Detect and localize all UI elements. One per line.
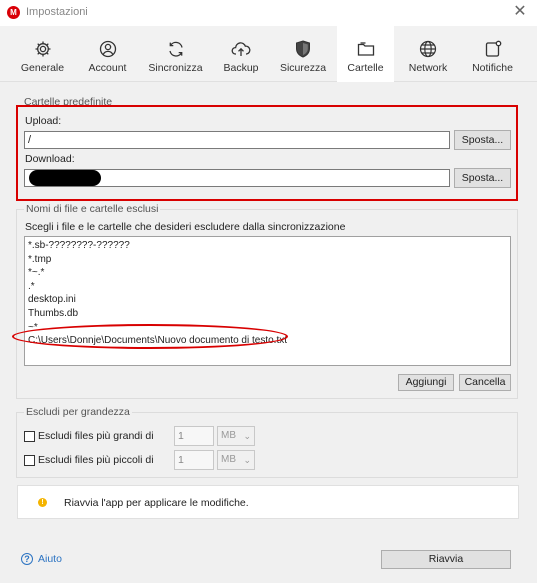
exclusions-title: Nomi di file e cartelle esclusi bbox=[24, 203, 161, 215]
exclude-smaller-checkbox[interactable] bbox=[24, 455, 35, 466]
notice-text: Riavvia l'app per applicare le modifiche… bbox=[64, 497, 249, 509]
smaller-size-input[interactable]: 1 bbox=[174, 450, 214, 470]
tab-sincronizza[interactable]: Sincronizza bbox=[147, 26, 204, 82]
exclusions-description: Scegli i file e le cartelle che desideri… bbox=[25, 221, 346, 233]
cancel-button[interactable]: Cancella bbox=[459, 374, 511, 391]
list-item[interactable]: *~.* bbox=[25, 266, 510, 280]
tab-generale[interactable]: Generale bbox=[15, 26, 70, 82]
app-logo-icon: M bbox=[7, 6, 20, 19]
close-icon[interactable]: ✕ bbox=[511, 3, 529, 21]
help-icon[interactable]: ? bbox=[21, 553, 33, 565]
size-exclusion-title: Escludi per grandezza bbox=[24, 406, 132, 418]
exclude-smaller-label: Escludi files più piccoli di bbox=[38, 454, 154, 466]
unit-value: MB bbox=[221, 430, 236, 441]
shield-icon bbox=[296, 40, 310, 58]
warning-icon: ! bbox=[38, 498, 47, 507]
tab-network[interactable]: Network bbox=[402, 26, 454, 82]
exclude-larger-checkbox[interactable] bbox=[24, 431, 35, 442]
globe-icon bbox=[419, 40, 437, 58]
account-icon bbox=[99, 40, 116, 58]
upload-path-field[interactable]: / bbox=[24, 131, 450, 149]
tab-label: Account bbox=[88, 62, 127, 74]
restart-button[interactable]: Riavvia bbox=[381, 550, 511, 569]
bell-icon bbox=[485, 40, 501, 57]
size-exclusion-group bbox=[16, 412, 518, 478]
download-move-button[interactable]: Sposta... bbox=[454, 168, 511, 188]
tab-label: Cartelle bbox=[347, 62, 384, 74]
tab-sicurezza[interactable]: Sicurezza bbox=[276, 26, 330, 82]
tab-label: Notifiche bbox=[472, 62, 513, 74]
tab-notifiche[interactable]: Notifiche bbox=[466, 26, 519, 82]
chevron-down-icon: ⌄ bbox=[243, 455, 251, 465]
chevron-down-icon: ⌄ bbox=[243, 431, 251, 441]
tab-backup[interactable]: Backup bbox=[214, 26, 268, 82]
list-item[interactable]: desktop.ini bbox=[25, 293, 510, 307]
smaller-unit-select[interactable]: MB ⌄ bbox=[217, 450, 255, 470]
unit-value: MB bbox=[221, 454, 236, 465]
cartelle-panel: Cartelle predefinite Upload: / Sposta...… bbox=[0, 82, 537, 583]
window-title: Impostazioni bbox=[26, 6, 88, 18]
cloud-upload-icon bbox=[231, 42, 251, 56]
restart-notice: ! Riavvia l'app per applicare le modific… bbox=[17, 485, 519, 519]
tab-label: Sicurezza bbox=[279, 62, 327, 74]
list-item[interactable]: *.tmp bbox=[25, 253, 510, 267]
list-item[interactable]: *.sb-????????-?????? bbox=[25, 239, 510, 253]
exclude-larger-label: Escludi files più grandi di bbox=[38, 430, 154, 442]
list-item[interactable]: .* bbox=[25, 280, 510, 294]
folder-icon bbox=[357, 42, 374, 56]
help-link[interactable]: Aiuto bbox=[38, 553, 62, 565]
add-button[interactable]: Aggiungi bbox=[398, 374, 454, 391]
tab-account[interactable]: Account bbox=[80, 26, 135, 82]
download-label: Download: bbox=[25, 153, 75, 165]
tab-label: Generale bbox=[20, 62, 65, 74]
settings-tabs: Generale Account Sincronizza Backup Sicu… bbox=[0, 26, 537, 82]
redaction-mark bbox=[29, 170, 101, 186]
tab-label: Backup bbox=[223, 62, 259, 74]
tab-label: Network bbox=[408, 62, 448, 74]
larger-unit-select[interactable]: MB ⌄ bbox=[217, 426, 255, 446]
gear-icon bbox=[35, 41, 50, 57]
tab-label: Sincronizza bbox=[148, 62, 203, 74]
sync-icon bbox=[168, 41, 183, 57]
tab-cartelle[interactable]: Cartelle bbox=[337, 26, 394, 82]
list-item[interactable]: Thumbs.db bbox=[25, 307, 510, 321]
upload-move-button[interactable]: Sposta... bbox=[454, 130, 511, 150]
larger-size-input[interactable]: 1 bbox=[174, 426, 214, 446]
upload-label: Upload: bbox=[25, 115, 62, 127]
title-bar: M Impostazioni ✕ bbox=[0, 0, 537, 26]
highlight-annotation bbox=[12, 324, 288, 349]
